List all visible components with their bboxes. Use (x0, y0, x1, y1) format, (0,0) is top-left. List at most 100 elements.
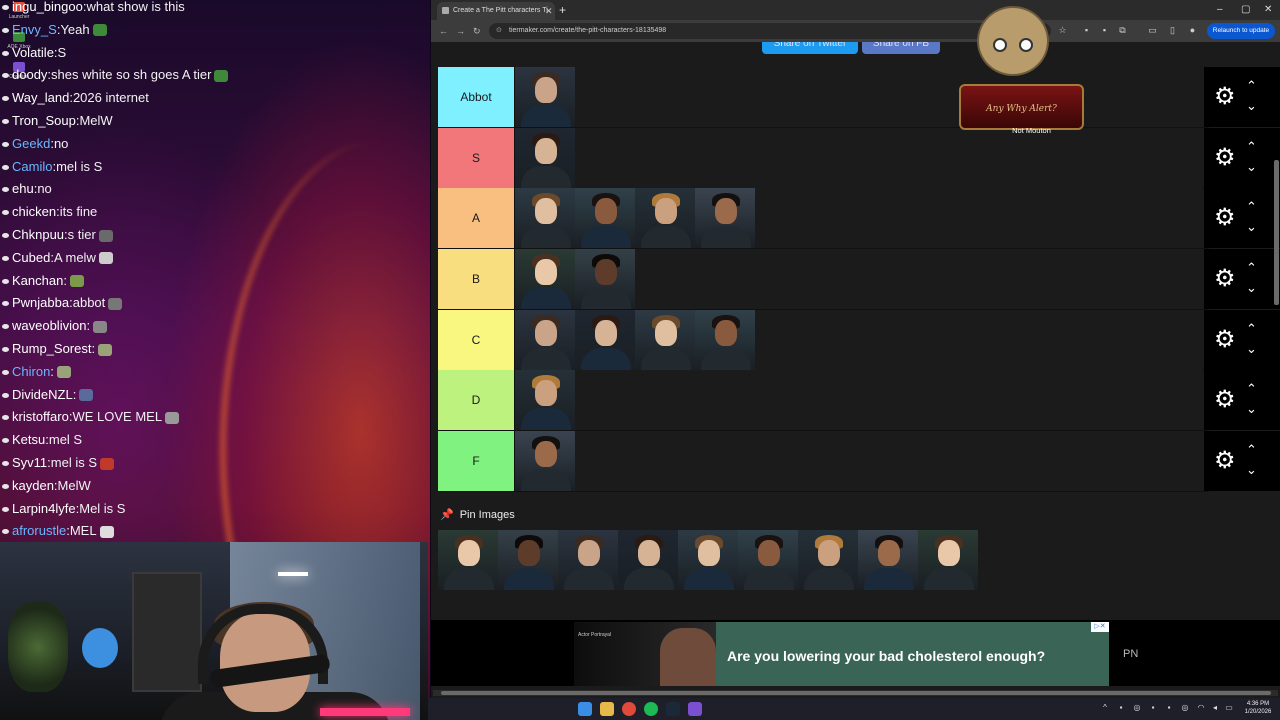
pinned-character-card[interactable] (858, 530, 918, 590)
chat-username[interactable]: Chknpuu (12, 227, 64, 242)
ad-headline-box[interactable]: Are you lowering your bad cholesterol en… (716, 622, 1109, 686)
back-icon[interactable]: ← (439, 23, 448, 39)
tier-settings-gear-icon[interactable]: ⚙ (1214, 447, 1236, 475)
tier-label[interactable]: S (438, 127, 514, 188)
tier-drop-zone[interactable] (514, 309, 1202, 370)
chat-username[interactable]: Way_land (12, 90, 69, 105)
site-info-icon[interactable]: ⊙ (496, 23, 502, 39)
tray-chevron-icon[interactable]: ^ (1100, 703, 1110, 713)
tier-drop-zone[interactable] (514, 67, 1202, 127)
steam-icon[interactable] (666, 702, 680, 716)
relaunch-update-button[interactable]: Relaunch to update (1207, 23, 1275, 39)
chat-username[interactable]: Pwnjabba (12, 295, 69, 310)
tab-close-icon[interactable]: ✕ (545, 2, 553, 20)
tier-settings-gear-icon[interactable]: ⚙ (1214, 386, 1236, 414)
tray-app-icon[interactable]: ▪ (1164, 703, 1174, 713)
close-window-icon[interactable]: ✕ (1264, 2, 1272, 18)
pinned-character-card[interactable] (618, 530, 678, 590)
character-card[interactable] (515, 67, 575, 127)
move-tier-up-icon[interactable]: ⌃ (1246, 139, 1257, 154)
share-twitter-button[interactable]: Share on Twitter (762, 42, 858, 54)
pinned-character-card[interactable] (918, 530, 978, 590)
chat-username[interactable]: Ketsu (12, 432, 45, 447)
chat-username[interactable]: Camilo (12, 159, 52, 174)
character-card[interactable] (635, 188, 695, 249)
spotify-icon[interactable] (644, 702, 658, 716)
chat-username[interactable]: DivideNZL (12, 387, 73, 402)
new-tab-icon[interactable]: + (559, 2, 566, 18)
chat-username[interactable]: Geekd (12, 136, 50, 151)
battery-icon[interactable]: ▭ (1224, 703, 1234, 713)
reload-icon[interactable]: ↻ (473, 23, 481, 39)
chat-username[interactable]: waveoblivion (12, 318, 86, 333)
chat-username[interactable]: doody (12, 67, 47, 82)
chat-username[interactable]: Volatile (12, 45, 54, 60)
system-clock[interactable]: 4:36 PM 1/20/2026 (1238, 700, 1278, 716)
tier-settings-gear-icon[interactable]: ⚙ (1214, 144, 1236, 172)
vertical-scroll-thumb[interactable] (1274, 160, 1279, 305)
tray-app-icon[interactable]: ▪ (1116, 703, 1126, 713)
tier-label[interactable]: F (438, 431, 514, 492)
cast-icon[interactable]: ▭ (1147, 25, 1158, 36)
chat-username[interactable]: Rump_Sorest (12, 341, 91, 356)
tier-settings-gear-icon[interactable]: ⚙ (1214, 326, 1236, 354)
tray-app-icon[interactable]: ◎ (1180, 703, 1190, 713)
move-tier-up-icon[interactable]: ⌃ (1246, 443, 1257, 457)
chat-username[interactable]: chicken (12, 204, 56, 219)
move-tier-up-icon[interactable]: ⌃ (1246, 321, 1257, 336)
tier-drop-zone[interactable] (514, 127, 1202, 188)
character-card[interactable] (635, 309, 695, 370)
tier-settings-gear-icon[interactable]: ⚙ (1214, 265, 1236, 293)
tier-settings-gear-icon[interactable]: ⚙ (1214, 83, 1236, 111)
character-card[interactable] (515, 309, 575, 370)
chat-username[interactable]: Chiron (12, 364, 50, 379)
extension-icon[interactable]: ▪ (1099, 25, 1110, 36)
move-tier-up-icon[interactable]: ⌃ (1246, 200, 1257, 214)
obsidian-icon[interactable] (688, 702, 702, 716)
extension-icon[interactable]: ▪ (1081, 25, 1092, 36)
move-tier-down-icon[interactable]: ⌄ (1246, 341, 1257, 356)
character-card[interactable] (515, 188, 575, 249)
chat-username[interactable]: Syv11 (12, 455, 47, 470)
ad-banner[interactable]: Actor Portrayal Are you lowering your ba… (431, 620, 1280, 686)
character-card[interactable] (695, 309, 755, 370)
pinned-character-card[interactable] (678, 530, 738, 590)
character-card[interactable] (515, 370, 575, 431)
chat-username[interactable]: kristoffaro (12, 409, 69, 424)
sidebar-icon[interactable]: ▯ (1167, 25, 1178, 36)
character-card[interactable] (515, 127, 575, 188)
character-card[interactable] (575, 249, 635, 310)
move-tier-down-icon[interactable]: ⌄ (1246, 463, 1257, 477)
forward-icon[interactable]: → (456, 23, 465, 39)
browser-tab[interactable]: Create a The Pitt characters Ti ✕ (437, 2, 555, 20)
tier-drop-zone[interactable] (514, 249, 1202, 310)
volume-icon[interactable]: ◂ (1210, 703, 1220, 713)
horizontal-scrollbar[interactable] (433, 690, 1278, 696)
tier-drop-zone[interactable] (514, 188, 1202, 249)
move-tier-down-icon[interactable]: ⌄ (1246, 402, 1257, 416)
character-card[interactable] (575, 309, 635, 370)
profile-avatar-icon[interactable]: ● (1187, 25, 1198, 36)
chat-username[interactable]: kayden (12, 478, 54, 493)
wifi-icon[interactable]: ◠ (1196, 703, 1206, 713)
move-tier-up-icon[interactable]: ⌃ (1246, 79, 1257, 93)
tray-app-icon[interactable]: ▪ (1148, 703, 1158, 713)
tier-settings-gear-icon[interactable]: ⚙ (1214, 204, 1236, 232)
file-explorer-icon[interactable] (600, 702, 614, 716)
horizontal-scroll-thumb[interactable] (441, 691, 1271, 695)
pinned-character-card[interactable] (498, 530, 558, 590)
character-card[interactable] (515, 431, 575, 492)
move-tier-up-icon[interactable]: ⌃ (1246, 382, 1257, 396)
tier-label[interactable]: C (438, 309, 514, 370)
maximize-icon[interactable]: ▢ (1241, 2, 1250, 18)
tier-label[interactable]: B (438, 249, 514, 310)
extensions-puzzle-icon[interactable]: ⧉ (1117, 25, 1128, 36)
chat-username[interactable]: Envy_S (12, 22, 57, 37)
move-tier-down-icon[interactable]: ⌄ (1246, 99, 1257, 113)
move-tier-down-icon[interactable]: ⌄ (1246, 281, 1257, 295)
tier-drop-zone[interactable] (514, 431, 1202, 492)
chat-username[interactable]: Kanchan (12, 273, 63, 288)
chat-username[interactable]: Larpin4lyfe (12, 501, 76, 516)
tier-label[interactable]: A (438, 188, 514, 249)
pinned-character-card[interactable] (438, 530, 498, 590)
